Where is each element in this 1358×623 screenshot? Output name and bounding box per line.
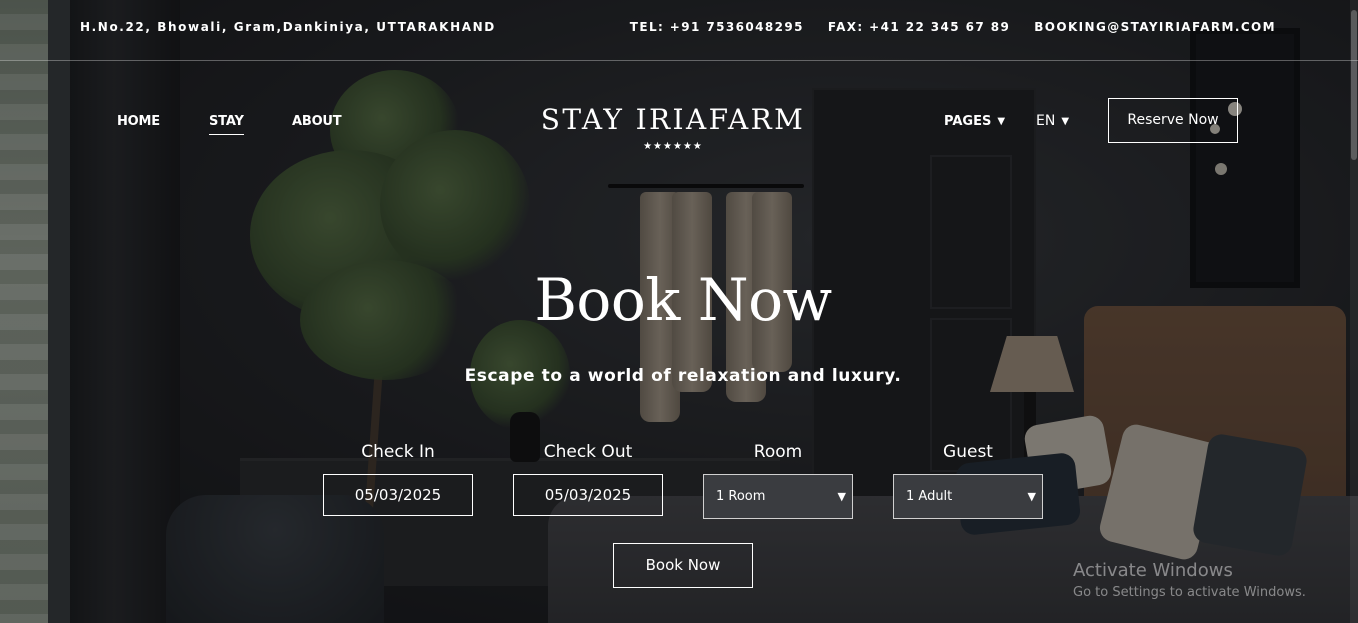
- room-select[interactable]: 1 Room ▼: [703, 474, 853, 519]
- check-in-label: Check In: [361, 442, 435, 462]
- hero-subtitle: Escape to a world of relaxation and luxu…: [464, 366, 902, 386]
- chevron-down-icon: ▼: [837, 490, 846, 503]
- guest-select-value: 1 Adult: [906, 489, 953, 504]
- watermark-subtitle: Go to Settings to activate Windows.: [1073, 585, 1306, 600]
- guest-select[interactable]: 1 Adult ▼: [893, 474, 1043, 519]
- room-label: Room: [753, 442, 803, 462]
- email-link[interactable]: BOOKING@STAYIRIAFARM.COM: [1034, 20, 1276, 34]
- check-out-label: Check Out: [543, 442, 633, 462]
- phone-text[interactable]: TEL: +91 7536048295: [630, 20, 804, 34]
- nav-pages-label: PAGES: [944, 114, 992, 129]
- book-now-button[interactable]: Book Now: [613, 543, 753, 588]
- top-info-bar: H.No.22, Bhowali, Gram,Dankiniya, UTTARA…: [0, 0, 1358, 61]
- chevron-down-icon: ▼: [997, 116, 1006, 127]
- fax-text: FAX: +41 22 345 67 89: [827, 20, 1011, 34]
- address-text: H.No.22, Bhowali, Gram,Dankiniya, UTTARA…: [80, 20, 496, 34]
- guest-label: Guest: [943, 442, 993, 462]
- scrollbar-thumb[interactable]: [1351, 10, 1357, 160]
- chevron-down-icon: ▼: [1061, 116, 1070, 127]
- language-dropdown[interactable]: EN ▼: [1036, 113, 1069, 129]
- activation-watermark: Activate Windows Go to Settings to activ…: [1073, 560, 1306, 602]
- room-select-value: 1 Room: [716, 489, 766, 504]
- reserve-now-button[interactable]: Reserve Now: [1108, 98, 1238, 143]
- scrollbar[interactable]: [1350, 0, 1358, 623]
- check-in-date-input[interactable]: 05/03/2025: [323, 474, 473, 516]
- watermark-title: Activate Windows: [1073, 560, 1233, 581]
- language-label: EN: [1036, 113, 1056, 129]
- nav-pages-dropdown[interactable]: PAGES ▼: [944, 114, 1005, 129]
- chevron-down-icon: ▼: [1027, 490, 1036, 503]
- check-out-date-input[interactable]: 05/03/2025: [513, 474, 663, 516]
- contact-info: TEL: +91 7536048295 FAX: +41 22 345 67 8…: [630, 20, 1276, 34]
- page-title: Book Now: [534, 266, 832, 334]
